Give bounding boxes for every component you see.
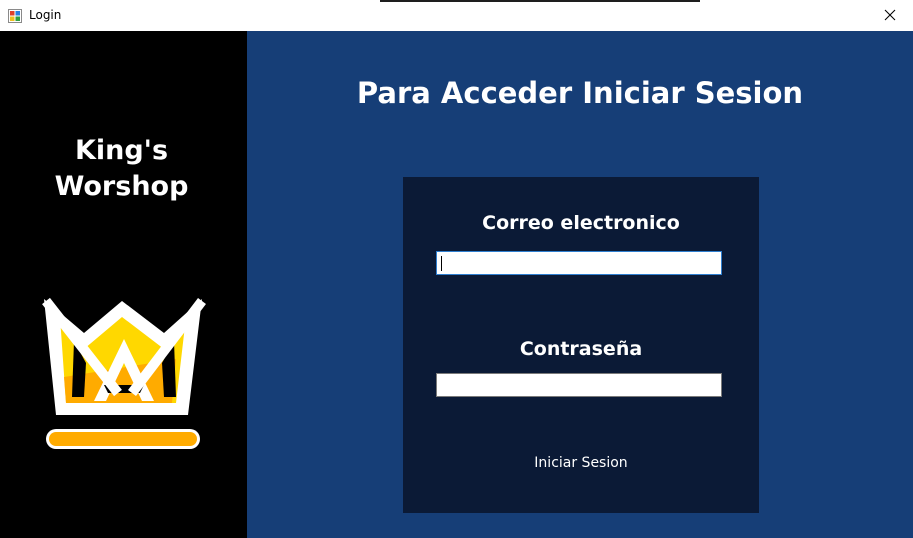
password-field[interactable] <box>436 373 722 397</box>
close-icon <box>884 6 896 25</box>
title-bar-top-edge <box>380 0 700 2</box>
brand-name: King's Worshop <box>54 135 189 202</box>
main-panel: Para Acceder Iniciar Sesion Correo elect… <box>247 31 913 538</box>
close-button[interactable] <box>867 0 913 31</box>
login-form: Correo electronico Contraseña Iniciar Se… <box>403 177 759 513</box>
text-caret <box>441 256 442 271</box>
window-title: Login <box>29 8 62 22</box>
email-label: Correo electronico <box>482 212 680 234</box>
brand-panel: King's Worshop <box>0 31 247 538</box>
crown-logo-icon <box>36 289 212 455</box>
page-heading: Para Acceder Iniciar Sesion <box>356 76 804 110</box>
title-bar[interactable]: Login <box>0 0 913 31</box>
login-window: Login King's Worshop Para Acceder Inicia… <box>0 0 913 538</box>
email-field[interactable] <box>436 251 722 275</box>
login-button[interactable]: Iniciar Sesion <box>506 450 656 476</box>
password-label: Contraseña <box>519 338 643 360</box>
app-window-icon[interactable] <box>8 8 22 23</box>
